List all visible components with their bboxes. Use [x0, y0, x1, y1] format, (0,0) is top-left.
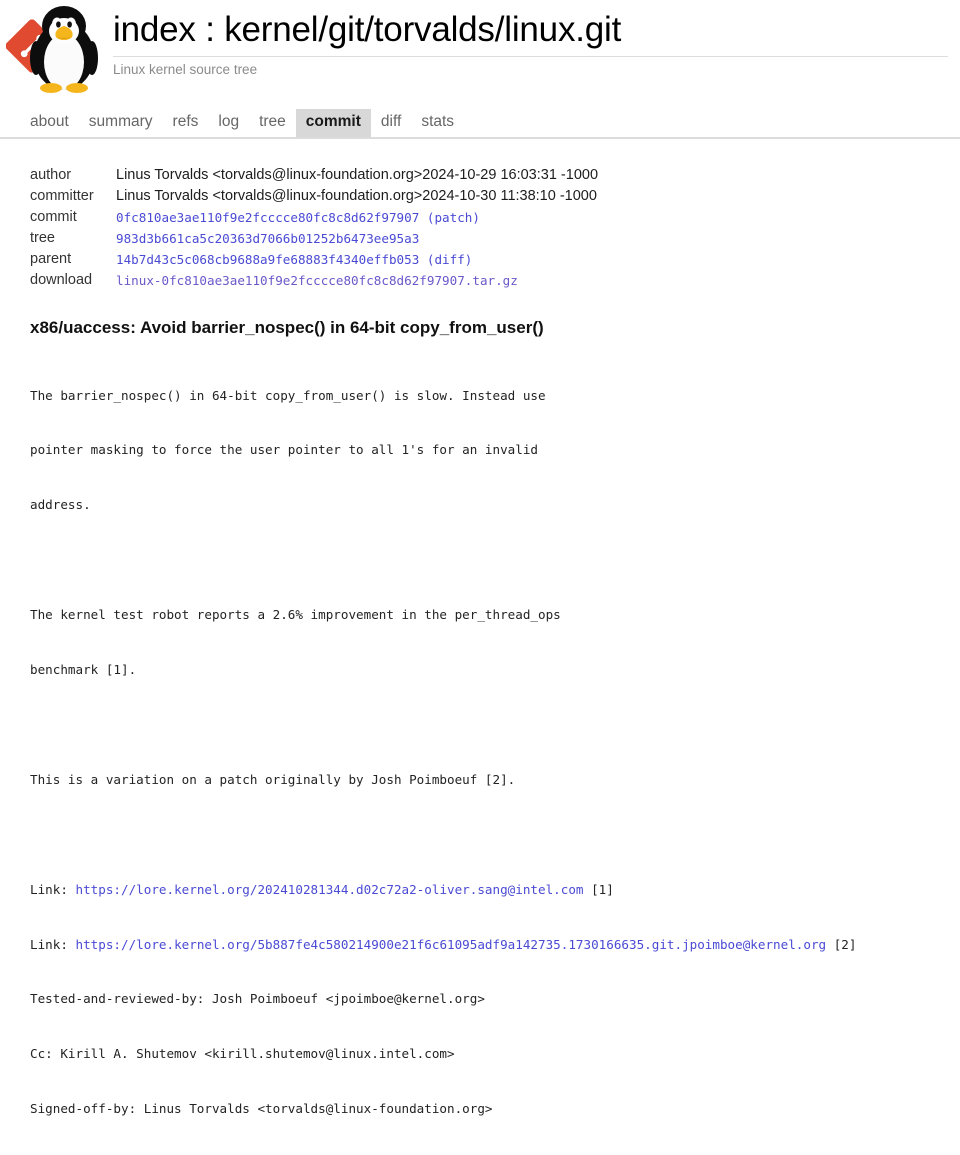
tab-refs[interactable]: refs	[163, 109, 209, 137]
message-line: benchmark [1].	[30, 662, 137, 678]
lore-link-1[interactable]: https://lore.kernel.org/202410281344.d02…	[76, 882, 584, 897]
commit-info-table: author Linus Torvalds <torvalds@linux-fo…	[30, 165, 598, 291]
page-title: index : kernel/git/torvalds/linux.git	[113, 10, 622, 49]
table-row-tree: tree 983d3b661ca5c20363d7066b01252b6473e…	[30, 228, 598, 249]
download-tarball-link[interactable]: linux-0fc810ae3ae110f9e2fcccce80fc8c8d62…	[116, 273, 518, 288]
table-row-commit: commit 0fc810ae3ae110f9e2fcccce80fc8c8d6…	[30, 207, 598, 228]
commit-page-content: author Linus Torvalds <torvalds@linux-fo…	[0, 165, 960, 1155]
message-link-line-1: Link: https://lore.kernel.org/2024102813…	[30, 881, 960, 899]
nav-tab-tree: tree	[249, 109, 296, 137]
tux-git-logo[interactable]	[6, 2, 102, 94]
commit-subject: x86/uaccess: Avoid barrier_nospec() in 6…	[30, 318, 544, 337]
message-line: The kernel test robot reports a 2.6% imp…	[30, 607, 561, 623]
nav-tab-summary: summary	[79, 109, 163, 137]
committer-date: 2024-10-30 11:38:10 -1000	[422, 188, 597, 204]
tree-sha-cell: 983d3b661ca5c20363d7066b01252b6473ee95a3	[116, 228, 598, 249]
repo-description: Linux kernel source tree	[113, 62, 258, 77]
author-date: 2024-10-29 16:03:31 -1000	[422, 167, 599, 183]
tux-git-logo-icon	[6, 6, 98, 93]
message-trailer-line: Cc: Kirill A. Shutemov <kirill.shutemov@…	[30, 1046, 455, 1062]
parent-diff-link[interactable]: (diff)	[427, 252, 473, 267]
nav-tab-refs: refs	[163, 109, 209, 137]
tab-about[interactable]: about	[20, 109, 79, 137]
parent-sha-link[interactable]: 14b7d43c5c068cb9688a9fe68883f4340effb053	[116, 252, 419, 267]
commit-message-body: The barrier_nospec() in 64-bit copy_from…	[30, 350, 960, 1155]
label-download: download	[30, 272, 93, 288]
tree-sha-link[interactable]: 983d3b661ca5c20363d7066b01252b6473ee95a3	[116, 231, 419, 246]
nav-tab-stats: stats	[411, 109, 464, 137]
nav-tab-diff: diff	[371, 109, 411, 137]
link-prefix-1: Link:	[30, 881, 76, 897]
tab-tree[interactable]: tree	[249, 109, 296, 137]
nav-tab-list: about summary refs log tree commit diff …	[20, 107, 960, 137]
message-line: address.	[30, 497, 91, 513]
tab-commit[interactable]: commit	[295, 109, 371, 137]
message-line: pointer masking to force the user pointe…	[30, 442, 538, 458]
message-line: The barrier_nospec() in 64-bit copy_from…	[30, 387, 546, 403]
table-row-parent: parent 14b7d43c5c068cb9688a9fe68883f4340…	[30, 249, 598, 270]
label-author: author	[30, 167, 72, 183]
tab-summary[interactable]: summary	[79, 109, 163, 137]
message-link-line-2: Link: https://lore.kernel.org/5b887fe4c5…	[30, 936, 960, 954]
table-row-download: download linux-0fc810ae3ae110f9e2fcccce8…	[30, 270, 598, 291]
nav-tab-log: log	[208, 109, 249, 137]
commit-patch-link[interactable]: (patch)	[427, 210, 480, 225]
label-commit: commit	[30, 209, 77, 225]
message-trailer-line: Signed-off-by: Linus Torvalds <torvalds@…	[30, 1101, 493, 1117]
message-trailer-line: Tested-and-reviewed-by: Josh Poimboeuf <…	[30, 991, 485, 1007]
link-prefix-2: Link:	[30, 936, 76, 952]
link-suffix-2: [2]	[826, 936, 857, 952]
message-line: This is a variation on a patch originall…	[30, 771, 516, 787]
page-header: index : kernel/git/torvalds/linux.git Li…	[0, 0, 960, 100]
nav-tab-about: about	[20, 109, 79, 137]
parent-sha-cell: 14b7d43c5c068cb9688a9fe68883f4340effb053…	[116, 249, 598, 270]
tab-stats[interactable]: stats	[411, 109, 464, 137]
committer-person: Linus Torvalds <torvalds@linux-foundatio…	[116, 188, 423, 204]
commit-sha-cell: 0fc810ae3ae110f9e2fcccce80fc8c8d62f97907…	[116, 207, 598, 228]
label-committer: committer	[30, 188, 94, 204]
download-cell: linux-0fc810ae3ae110f9e2fcccce80fc8c8d62…	[116, 270, 598, 291]
author-person: Linus Torvalds <torvalds@linux-foundatio…	[116, 167, 423, 183]
label-parent: parent	[30, 251, 72, 267]
table-row-committer: committer Linus Torvalds <torvalds@linux…	[30, 186, 598, 207]
commit-sha-link[interactable]: 0fc810ae3ae110f9e2fcccce80fc8c8d62f97907	[116, 210, 419, 225]
header-title-block: index : kernel/git/torvalds/linux.git Li…	[113, 8, 948, 78]
tab-diff[interactable]: diff	[371, 109, 411, 137]
link-suffix-1: [1]	[583, 881, 614, 897]
table-row-author: author Linus Torvalds <torvalds@linux-fo…	[30, 165, 598, 186]
tab-log[interactable]: log	[208, 109, 249, 137]
label-tree: tree	[30, 230, 55, 246]
nav-tab-commit: commit	[295, 109, 371, 137]
nav-tabs: about summary refs log tree commit diff …	[0, 107, 960, 139]
lore-link-2[interactable]: https://lore.kernel.org/5b887fe4c5802149…	[76, 937, 827, 952]
